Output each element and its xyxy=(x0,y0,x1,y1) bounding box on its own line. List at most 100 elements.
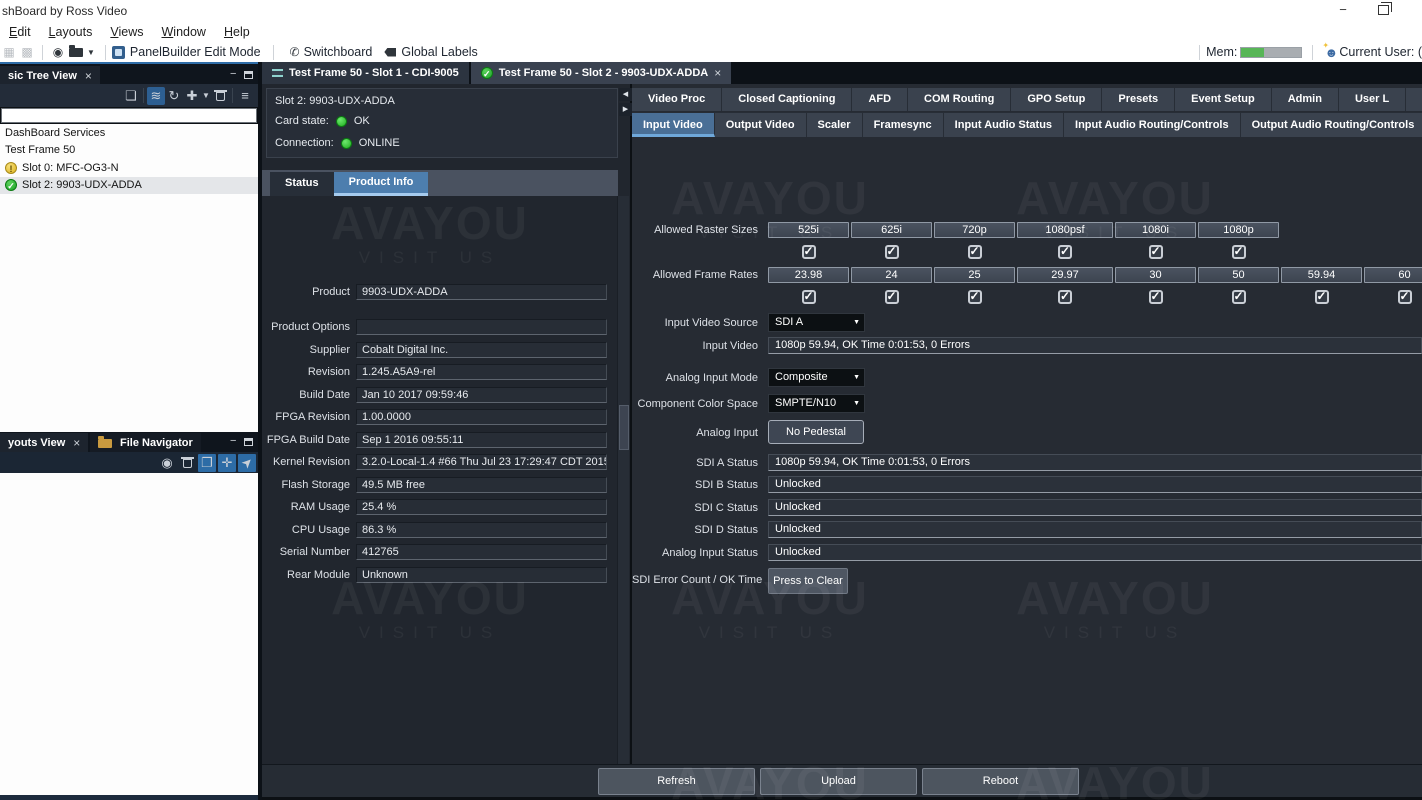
collapse-right-arrow[interactable]: ▶ xyxy=(619,103,632,116)
close-icon[interactable]: × xyxy=(73,436,80,450)
rate-5994-checkbox[interactable] xyxy=(1314,289,1329,304)
reboot-button[interactable]: Reboot xyxy=(922,768,1079,795)
component-color-space-select[interactable]: SMPTE/N10 ▼ xyxy=(768,394,865,413)
raster-525i-button[interactable]: 525i xyxy=(768,222,849,238)
tab-input-audio-routing[interactable]: Input Audio Routing/Controls xyxy=(1064,113,1241,137)
rate-50-checkbox[interactable] xyxy=(1231,289,1246,304)
switchboard-button[interactable]: Switchboard xyxy=(304,45,373,59)
raster-1080p-checkbox[interactable] xyxy=(1231,244,1246,259)
copy-icon[interactable]: ▩ xyxy=(18,44,36,60)
analog-input-mode-select[interactable]: Composite ▼ xyxy=(768,368,865,387)
scrollbar-thumb[interactable] xyxy=(619,405,629,450)
delete-icon[interactable] xyxy=(211,87,229,105)
tab-closed-captioning[interactable]: Closed Captioning xyxy=(722,88,853,111)
rate-2997-checkbox[interactable] xyxy=(1058,289,1072,304)
no-pedestal-button[interactable]: No Pedestal xyxy=(768,420,864,444)
tab-tree-view[interactable]: sic Tree View × xyxy=(0,66,100,86)
menu-layouts[interactable]: Layouts xyxy=(40,25,102,39)
chevron-down-icon[interactable]: ▼ xyxy=(87,48,95,57)
chevron-down-icon[interactable]: ▼ xyxy=(201,87,211,105)
input-video-source-select[interactable]: SDI A ▼ xyxy=(768,313,865,332)
rate-30-button[interactable]: 30 xyxy=(1115,267,1196,283)
raster-625i-button[interactable]: 625i xyxy=(851,222,932,238)
raster-1080i-checkbox[interactable] xyxy=(1148,244,1163,259)
tree-item-test-frame-50[interactable]: Test Frame 50 xyxy=(0,142,258,160)
tab-product-info[interactable]: Product Info xyxy=(333,172,429,196)
window-icon[interactable]: ❐ xyxy=(198,453,216,472)
tab-gpo-setup[interactable]: GPO Setup xyxy=(1011,88,1103,111)
panel-maximize-icon[interactable] xyxy=(244,71,253,79)
raster-1080psf-checkbox[interactable] xyxy=(1058,244,1072,259)
tab-user-log[interactable]: User L xyxy=(1339,88,1407,111)
save-icon[interactable]: ▦ xyxy=(0,44,18,60)
raster-1080i-button[interactable]: 1080i xyxy=(1115,222,1196,238)
global-labels-button[interactable]: Global Labels xyxy=(401,45,477,59)
tree-filter-input[interactable] xyxy=(1,108,257,123)
tab-layouts-view[interactable]: youts View × xyxy=(0,433,89,453)
maximize-button[interactable] xyxy=(1378,2,1392,15)
collapse-left-arrow[interactable]: ◀ xyxy=(619,88,632,101)
raster-625i-checkbox[interactable] xyxy=(884,244,899,259)
add-icon[interactable]: ✚ xyxy=(183,87,201,105)
tab-status[interactable]: Status xyxy=(270,172,334,196)
refresh-icon[interactable]: ↻ xyxy=(165,87,183,105)
tab-input-audio-status[interactable]: Input Audio Status xyxy=(944,113,1065,137)
panel-maximize-icon[interactable] xyxy=(244,438,253,446)
tab-output-video[interactable]: Output Video xyxy=(715,113,807,137)
tab-slot2-9903[interactable]: ✓ Test Frame 50 - Slot 2 - 9903-UDX-ADDA… xyxy=(470,62,732,84)
rate-60-checkbox[interactable] xyxy=(1397,289,1412,304)
expand-icon[interactable]: ✛ xyxy=(218,453,236,472)
close-icon[interactable]: × xyxy=(714,66,721,80)
new-window-icon[interactable]: ❏ xyxy=(122,87,140,105)
tab-slot1-cdi9005[interactable]: Test Frame 50 - Slot 1 - CDI-9005 xyxy=(262,62,469,84)
tab-output-audio-routing[interactable]: Output Audio Routing/Controls xyxy=(1241,113,1422,137)
delete-icon[interactable] xyxy=(178,454,196,472)
rate-2398-checkbox[interactable] xyxy=(801,289,816,304)
close-icon[interactable]: × xyxy=(85,69,92,83)
menu-window[interactable]: Window xyxy=(152,25,214,39)
tab-framesync[interactable]: Framesync xyxy=(863,113,944,137)
device-panel-scrollbar[interactable] xyxy=(617,196,629,764)
panel-minimize-icon[interactable]: − xyxy=(230,69,236,80)
press-to-clear-button[interactable]: Press to Clear xyxy=(768,568,848,594)
raster-1080psf-button[interactable]: 1080psf xyxy=(1017,222,1113,238)
rate-5994-button[interactable]: 59.94 xyxy=(1281,267,1362,283)
tab-input-video[interactable]: Input Video xyxy=(632,113,715,137)
rate-25-button[interactable]: 25 xyxy=(934,267,1015,283)
rate-30-checkbox[interactable] xyxy=(1148,289,1163,304)
tab-file-navigator[interactable]: File Navigator xyxy=(90,433,201,453)
raster-720p-checkbox[interactable] xyxy=(967,244,982,259)
pin-icon[interactable]: ➤ xyxy=(237,453,256,472)
rate-2398-button[interactable]: 23.98 xyxy=(768,267,849,283)
snapshot-icon[interactable]: ◉ xyxy=(49,44,67,60)
raster-525i-checkbox[interactable] xyxy=(801,244,816,259)
tree-item-slot0[interactable]: ! Slot 0: MFC-OG3-N xyxy=(0,159,258,177)
rate-2997-button[interactable]: 29.97 xyxy=(1017,267,1113,283)
tab-presets[interactable]: Presets xyxy=(1102,88,1176,111)
panelbuilder-edit-mode-button[interactable]: PanelBuilder Edit Mode xyxy=(130,45,261,59)
upload-button[interactable]: Upload xyxy=(760,768,917,795)
signal-filter-icon[interactable]: ≋ xyxy=(147,86,165,105)
tab-com-routing[interactable]: COM Routing xyxy=(908,88,1012,111)
menu-views[interactable]: Views xyxy=(101,25,152,39)
raster-1080p-button[interactable]: 1080p xyxy=(1198,222,1279,238)
rate-25-checkbox[interactable] xyxy=(967,289,982,304)
panel-minimize-icon[interactable]: − xyxy=(230,436,236,447)
raster-720p-button[interactable]: 720p xyxy=(934,222,1015,238)
tab-event-setup[interactable]: Event Setup xyxy=(1175,88,1272,111)
menu-edit[interactable]: Edit xyxy=(0,25,40,39)
tree-item-dashboard-services[interactable]: DashBoard Services xyxy=(0,124,258,142)
refresh-button[interactable]: Refresh xyxy=(598,768,755,795)
rate-60-button[interactable]: 60 xyxy=(1364,267,1422,283)
tab-admin[interactable]: Admin xyxy=(1272,88,1339,111)
menu-help[interactable]: Help xyxy=(215,25,259,39)
list-view-icon[interactable]: ≡ xyxy=(236,87,254,105)
snapshot-icon[interactable]: ◉ xyxy=(158,454,176,472)
tab-scaler[interactable]: Scaler xyxy=(807,113,863,137)
tab-afd[interactable]: AFD xyxy=(852,88,909,111)
rate-50-button[interactable]: 50 xyxy=(1198,267,1279,283)
minimize-button[interactable]: − xyxy=(1330,2,1356,20)
rate-24-button[interactable]: 24 xyxy=(851,267,932,283)
tab-video-proc[interactable]: Video Proc xyxy=(632,88,723,111)
open-folder-icon[interactable] xyxy=(67,44,85,60)
